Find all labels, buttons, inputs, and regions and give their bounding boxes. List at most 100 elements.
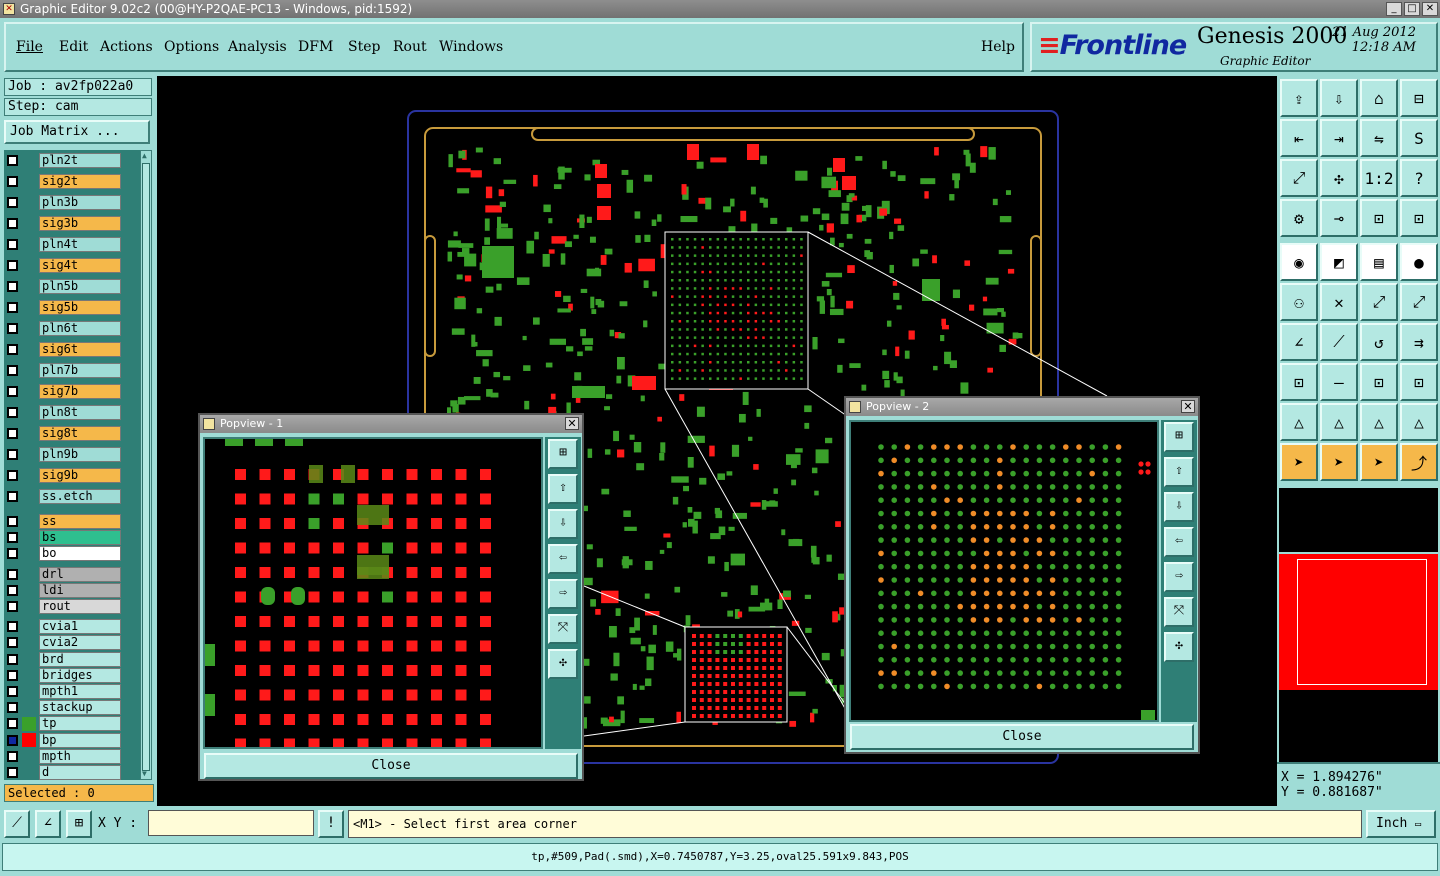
- menu-analysis[interactable]: Analysis: [228, 39, 287, 55]
- move-down-icon[interactable]: ⇩: [1320, 79, 1358, 117]
- tri-d-icon[interactable]: △: [1400, 403, 1438, 441]
- popview-2-canvas[interactable]: [849, 420, 1159, 722]
- layer-row-pln2t[interactable]: pln2t: [7, 153, 121, 168]
- snap-icon[interactable]: ⟋: [4, 810, 30, 838]
- measure-icon[interactable]: ⊡: [1360, 363, 1398, 401]
- connect-icon[interactable]: ⚇: [1280, 283, 1318, 321]
- snap-icon[interactable]: ⊡: [1280, 363, 1318, 401]
- layer-row-sig7b[interactable]: sig7b: [7, 384, 121, 399]
- popview-1-canvas[interactable]: [203, 437, 543, 749]
- shapes-icon[interactable]: ⊡: [1400, 363, 1438, 401]
- layer-row-stackup[interactable]: stackup: [7, 700, 121, 716]
- layer-checkbox[interactable]: [7, 449, 18, 460]
- menu-file[interactable]: File: [16, 39, 43, 55]
- menu-options[interactable]: Options: [164, 39, 219, 55]
- pad-icon[interactable]: ◉: [1280, 243, 1318, 281]
- layer-checkbox[interactable]: [7, 428, 18, 439]
- move-left-icon[interactable]: ⇤: [1280, 119, 1318, 157]
- ruler-icon[interactable]: ▤: [1360, 243, 1398, 281]
- home-icon[interactable]: ⌂: [1360, 79, 1398, 117]
- probe-icon[interactable]: ⊸: [1320, 199, 1358, 237]
- slash-icon[interactable]: ⟋: [1320, 323, 1358, 361]
- units-selector[interactable]: Inch ▭: [1366, 810, 1436, 838]
- route-icon[interactable]: ⚙: [1280, 199, 1318, 237]
- layer-checkbox[interactable]: [7, 365, 18, 376]
- layer-row-sig2t[interactable]: sig2t: [7, 174, 121, 189]
- layer-checkbox[interactable]: [7, 734, 18, 746]
- menu-step[interactable]: Step: [348, 39, 380, 55]
- pv2-zoom-in-icon[interactable]: ⤧: [1164, 597, 1194, 627]
- layer-row-rout[interactable]: rout: [7, 599, 121, 614]
- layer-checkbox[interactable]: [7, 407, 18, 418]
- layer-row-cvia1[interactable]: cvia1: [7, 619, 121, 635]
- layer-checkbox[interactable]: [7, 750, 18, 762]
- layer-row-pln9b[interactable]: pln9b: [7, 447, 121, 462]
- layer-checkbox[interactable]: [7, 767, 18, 778]
- layer-row-bp[interactable]: bp: [7, 732, 121, 748]
- layer-checkbox[interactable]: [7, 302, 18, 313]
- pv2-zoom-out-icon[interactable]: ✣: [1164, 632, 1194, 662]
- fit-icon[interactable]: ⤢: [1280, 159, 1318, 197]
- menu-edit[interactable]: Edit: [59, 39, 88, 55]
- scale-icon[interactable]: 1:2: [1360, 159, 1398, 197]
- layer-checkbox[interactable]: [7, 281, 18, 292]
- pointer-icon[interactable]: ➤: [1360, 443, 1398, 481]
- layer-checkbox[interactable]: [7, 260, 18, 271]
- move-up-icon[interactable]: ⇪: [1280, 79, 1318, 117]
- pv1-pan-up-icon[interactable]: ⇧: [548, 474, 578, 504]
- tri-c-icon[interactable]: △: [1360, 403, 1398, 441]
- measure-icon[interactable]: ∠: [35, 810, 61, 838]
- layer-checkbox[interactable]: [7, 155, 18, 166]
- tri-b-icon[interactable]: △: [1320, 403, 1358, 441]
- popview-1-close-icon[interactable]: ✕: [565, 417, 579, 430]
- pv2-pan-left-icon[interactable]: ⇦: [1164, 527, 1194, 557]
- layer-checkbox[interactable]: [7, 584, 18, 596]
- layer-row-mpth1[interactable]: mpth1: [7, 684, 121, 699]
- pv1-zoom-home-icon[interactable]: ⊞: [548, 439, 578, 469]
- pv1-pan-left-icon[interactable]: ⇦: [548, 544, 578, 574]
- layer-checkbox[interactable]: [7, 344, 18, 355]
- layer-checkbox[interactable]: [7, 386, 18, 397]
- layer-row-drl[interactable]: drl: [7, 566, 121, 582]
- layer-checkbox[interactable]: [7, 568, 18, 580]
- close-window-button[interactable]: ✕: [1422, 2, 1438, 16]
- layer-row-pln6t[interactable]: pln6t: [7, 321, 121, 336]
- layer-row-bo[interactable]: bo: [7, 546, 121, 562]
- layer-checkbox[interactable]: [7, 718, 18, 730]
- info-icon[interactable]: !: [318, 810, 344, 838]
- layer-row-sig4t[interactable]: sig4t: [7, 258, 121, 273]
- pv1-pan-down-icon[interactable]: ⇩: [548, 509, 578, 539]
- layer-checkbox[interactable]: [7, 653, 18, 665]
- layer-row-mpth[interactable]: mpth: [7, 748, 121, 764]
- layer-checkbox[interactable]: [7, 239, 18, 250]
- layer-checkbox[interactable]: [7, 548, 18, 560]
- menu-windows[interactable]: Windows: [439, 39, 503, 55]
- layer-checkbox[interactable]: [7, 532, 18, 544]
- job-matrix-button[interactable]: Job Matrix ...: [4, 120, 150, 144]
- layer-row-ss[interactable]: ss: [7, 514, 121, 529]
- layer-checkbox[interactable]: [7, 621, 18, 633]
- dot-icon[interactable]: ●: [1400, 243, 1438, 281]
- layer-row-bs[interactable]: bs: [7, 530, 121, 546]
- layer-checkbox[interactable]: [7, 218, 18, 229]
- layer-row-ss.etch[interactable]: ss.etch: [7, 489, 121, 504]
- layer-row-sig3b[interactable]: sig3b: [7, 216, 121, 231]
- maximize-button[interactable]: □: [1404, 2, 1420, 16]
- pv2-pan-down-icon[interactable]: ⇩: [1164, 492, 1194, 522]
- move-right-icon[interactable]: ⇥: [1320, 119, 1358, 157]
- popview-1-close-button[interactable]: Close: [204, 753, 578, 779]
- split-icon[interactable]: ⊟: [1400, 79, 1438, 117]
- pv2-pan-right-icon[interactable]: ⇨: [1164, 562, 1194, 592]
- menu-actions[interactable]: Actions: [100, 39, 153, 55]
- minimap[interactable]: [1279, 554, 1438, 690]
- layer-checkbox[interactable]: [7, 470, 18, 481]
- line-icon[interactable]: ◩: [1320, 243, 1358, 281]
- layer-row-pln7b[interactable]: pln7b: [7, 363, 121, 378]
- layer-row-d[interactable]: d: [7, 765, 121, 780]
- layer-row-bridges[interactable]: bridges: [7, 667, 121, 683]
- select-icon[interactable]: ➤: [1280, 443, 1318, 481]
- layer-row-sig9b[interactable]: sig9b: [7, 468, 121, 483]
- layer-checkbox[interactable]: [7, 686, 18, 697]
- pv1-zoom-in-icon[interactable]: ⤧: [548, 614, 578, 644]
- layer-checkbox[interactable]: [7, 516, 18, 527]
